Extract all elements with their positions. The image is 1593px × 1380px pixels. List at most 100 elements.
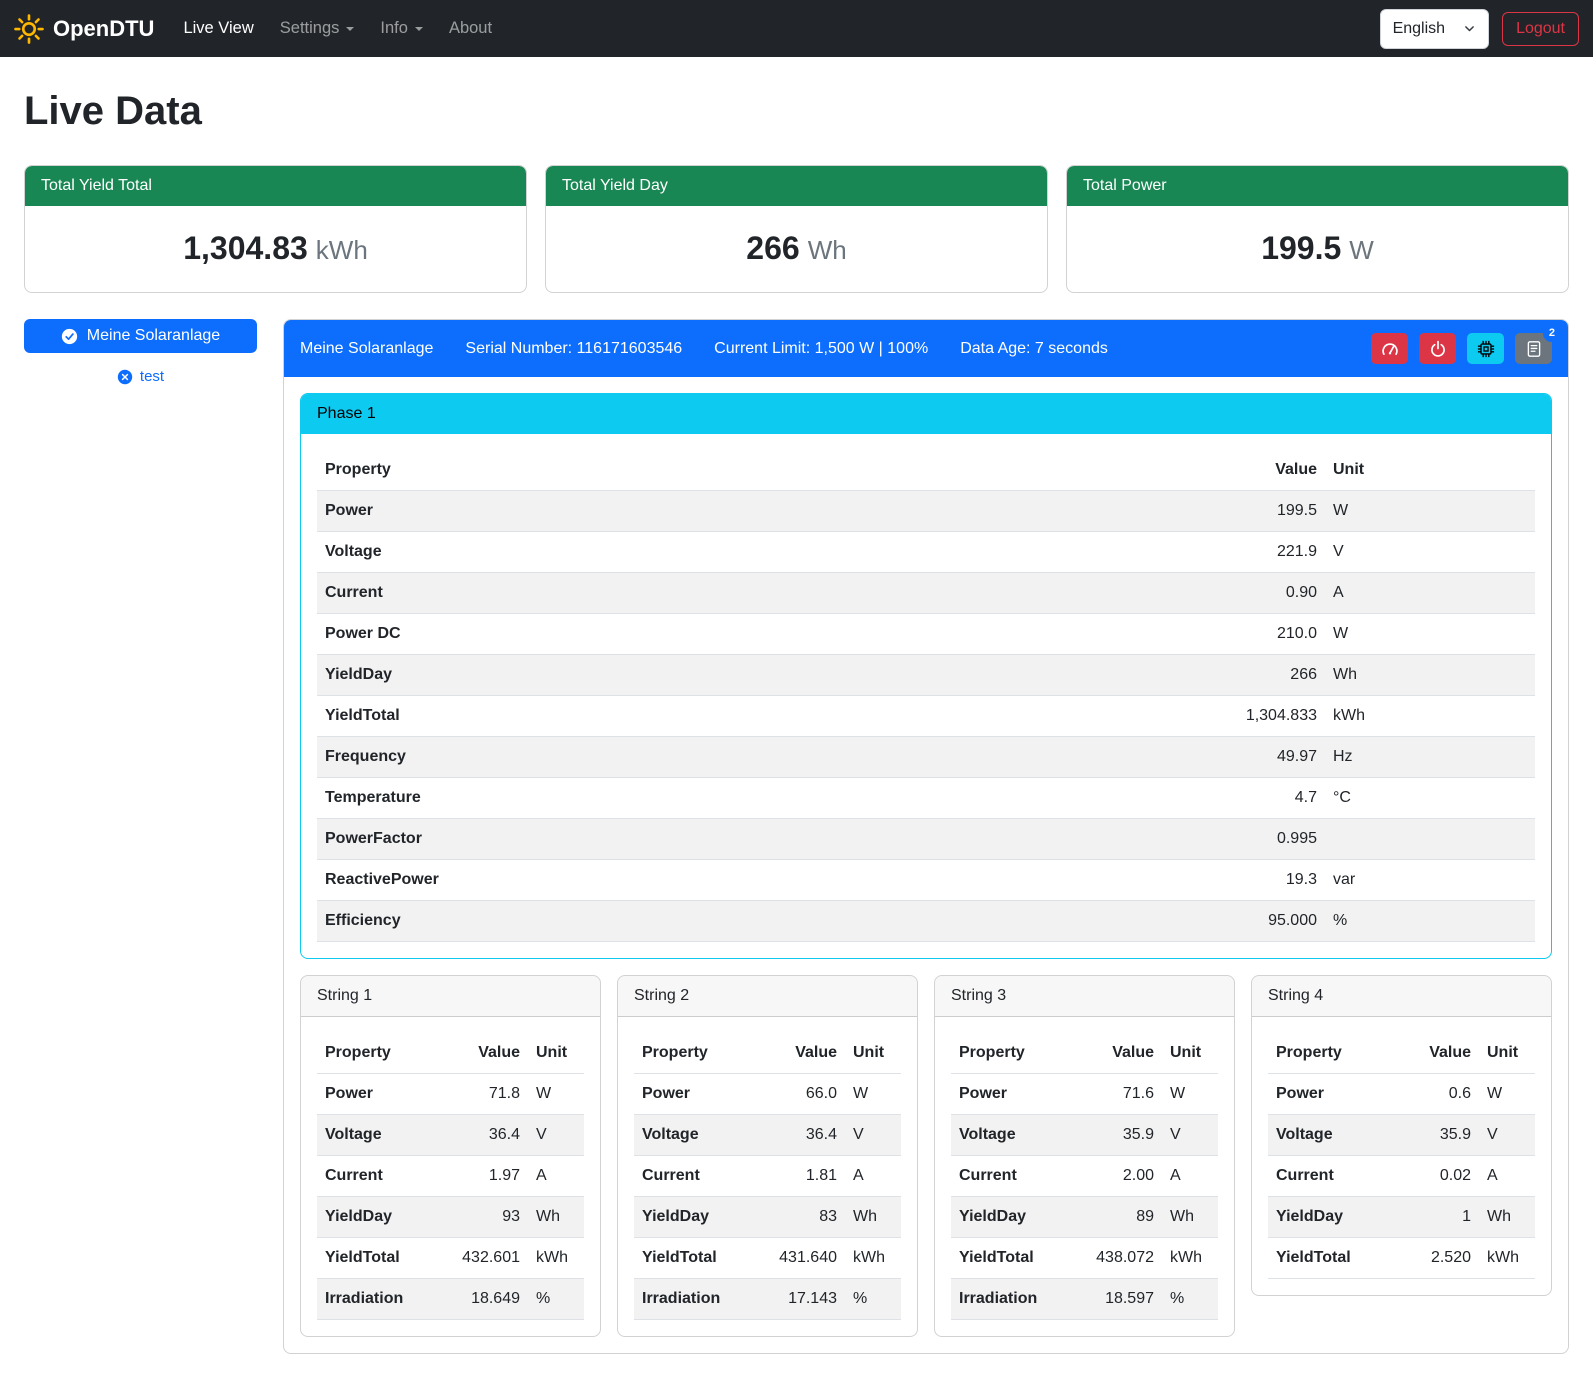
unit-cell: Wh: [845, 1197, 901, 1238]
total-power-card: Total Power 199.5 W: [1066, 165, 1569, 293]
value-cell: 89: [1088, 1197, 1162, 1238]
summary-value: 199.5: [1261, 230, 1341, 266]
chevron-down-icon: [1463, 22, 1476, 35]
brand-link[interactable]: OpenDTU: [14, 12, 154, 45]
nav-item-about[interactable]: About: [436, 8, 505, 49]
value-cell: 0.995: [1205, 819, 1325, 860]
table-row: Voltage36.4V: [317, 1115, 584, 1156]
string-1-card: String 1 Property Value Unit: [300, 975, 601, 1337]
event-count-badge: 2: [1543, 325, 1561, 342]
property-cell: Current: [317, 1156, 454, 1197]
inverter-limit: Current Limit: 1,500 W | 100%: [714, 337, 928, 361]
value-cell: 1: [1409, 1197, 1479, 1238]
inverter-card: Meine Solaranlage Serial Number: 1161716…: [283, 319, 1569, 1354]
language-select-value: English: [1393, 17, 1445, 41]
summary-unit: kWh: [316, 235, 368, 265]
value-cell: 71.6: [1088, 1074, 1162, 1115]
table-row: Power0.6W: [1268, 1074, 1535, 1115]
value-cell: 1.81: [771, 1156, 845, 1197]
summary-cards: Total Yield Total 1,304.83kWh Total Yiel…: [24, 165, 1569, 293]
property-cell: Irradiation: [951, 1279, 1088, 1320]
unit-cell: W: [528, 1074, 584, 1115]
speedometer-icon: [1381, 340, 1399, 358]
property-cell: YieldDay: [317, 655, 1205, 696]
table-row: Current1.81A: [634, 1156, 901, 1197]
unit-cell: V: [1479, 1115, 1535, 1156]
device-info-button[interactable]: [1467, 333, 1504, 364]
x-circle-icon: [117, 369, 133, 385]
table-header-row: Property Value Unit: [951, 1033, 1218, 1074]
inverter-serial: Serial Number: 116171603546: [465, 337, 682, 361]
summary-card-title: Total Yield Total: [25, 166, 526, 206]
unit-cell: A: [1162, 1156, 1218, 1197]
value-cell: 210.0: [1205, 614, 1325, 655]
inverter-item-test[interactable]: test: [24, 366, 257, 389]
event-log-button[interactable]: 2: [1515, 333, 1552, 364]
nav-item-settings-label: Settings: [280, 19, 340, 37]
unit-cell: %: [845, 1279, 901, 1320]
summary-card-title: Total Power: [1067, 166, 1568, 206]
nav-item-settings[interactable]: Settings: [267, 8, 368, 49]
table-row: Voltage35.9V: [1268, 1115, 1535, 1156]
unit-cell: °C: [1325, 778, 1535, 819]
value-cell: 431.640: [771, 1238, 845, 1279]
language-select[interactable]: English: [1380, 9, 1489, 49]
inverter-card-header: Meine Solaranlage Serial Number: 1161716…: [284, 320, 1568, 377]
strings-row: String 1 Property Value Unit: [300, 975, 1552, 1337]
value-cell: 93: [454, 1197, 528, 1238]
property-cell: Voltage: [317, 1115, 454, 1156]
table-row: Current1.97A: [317, 1156, 584, 1197]
top-navbar: OpenDTU Live View Settings Info About En…: [0, 0, 1593, 57]
property-cell: YieldTotal: [317, 1238, 454, 1279]
table-row: YieldDay266Wh: [317, 655, 1535, 696]
property-cell: PowerFactor: [317, 819, 1205, 860]
table-row: YieldDay83Wh: [634, 1197, 901, 1238]
live-data-layout: Meine Solaranlage test Meine Solaranlage…: [24, 319, 1569, 1354]
value-cell: 2.520: [1409, 1238, 1479, 1279]
value-cell: 19.3: [1205, 860, 1325, 901]
main-content: Live Data Total Yield Total 1,304.83kWh …: [0, 57, 1593, 1380]
value-cell: 35.9: [1088, 1115, 1162, 1156]
limit-settings-button[interactable]: [1371, 333, 1408, 364]
property-cell: Efficiency: [317, 901, 1205, 942]
property-cell: Power DC: [317, 614, 1205, 655]
table-row: YieldTotal438.072kWh: [951, 1238, 1218, 1279]
property-cell: YieldDay: [317, 1197, 454, 1238]
property-cell: Power: [317, 491, 1205, 532]
unit-cell: var: [1325, 860, 1535, 901]
nav-item-info[interactable]: Info: [367, 8, 436, 49]
summary-card-body: 199.5 W: [1067, 206, 1568, 292]
nav-item-live-view[interactable]: Live View: [170, 8, 266, 49]
opendtu-live-page: OpenDTU Live View Settings Info About En…: [0, 0, 1593, 1380]
unit-cell: kWh: [1479, 1238, 1535, 1279]
string-2-card: String 2 Property Value Unit: [617, 975, 918, 1337]
unit-cell: W: [1162, 1074, 1218, 1115]
navbar-right: English Logout: [1380, 9, 1579, 49]
string-title: String 4: [1252, 976, 1551, 1017]
table-row: Power199.5W: [317, 491, 1535, 532]
table-header-row: Property Value Unit: [634, 1033, 901, 1074]
value-cell: 17.143: [771, 1279, 845, 1320]
page-title: Live Data: [24, 81, 1569, 141]
value-cell: 35.9: [1409, 1115, 1479, 1156]
logout-button[interactable]: Logout: [1502, 12, 1579, 46]
table-row: Irradiation17.143%: [634, 1279, 901, 1320]
inverter-item-test-label: test: [140, 366, 164, 389]
property-cell: ReactivePower: [317, 860, 1205, 901]
table-row: Power71.6W: [951, 1074, 1218, 1115]
summary-value: 266: [746, 230, 799, 266]
unit-cell: kWh: [1325, 696, 1535, 737]
power-settings-button[interactable]: [1419, 333, 1456, 364]
string-title: String 3: [935, 976, 1234, 1017]
value-cell: 4.7: [1205, 778, 1325, 819]
string-table: Property Value Unit Power71.8WVoltage36.…: [317, 1033, 584, 1320]
unit-cell: kWh: [528, 1238, 584, 1279]
property-cell: Frequency: [317, 737, 1205, 778]
inverter-name: Meine Solaranlage: [300, 337, 433, 361]
value-cell: 66.0: [771, 1074, 845, 1115]
summary-card-body: 266Wh: [546, 206, 1047, 292]
summary-unit: W: [1349, 235, 1374, 265]
unit-cell: A: [528, 1156, 584, 1197]
caret-down-icon: [415, 27, 423, 31]
inverter-select-button[interactable]: Meine Solaranlage: [24, 319, 257, 353]
